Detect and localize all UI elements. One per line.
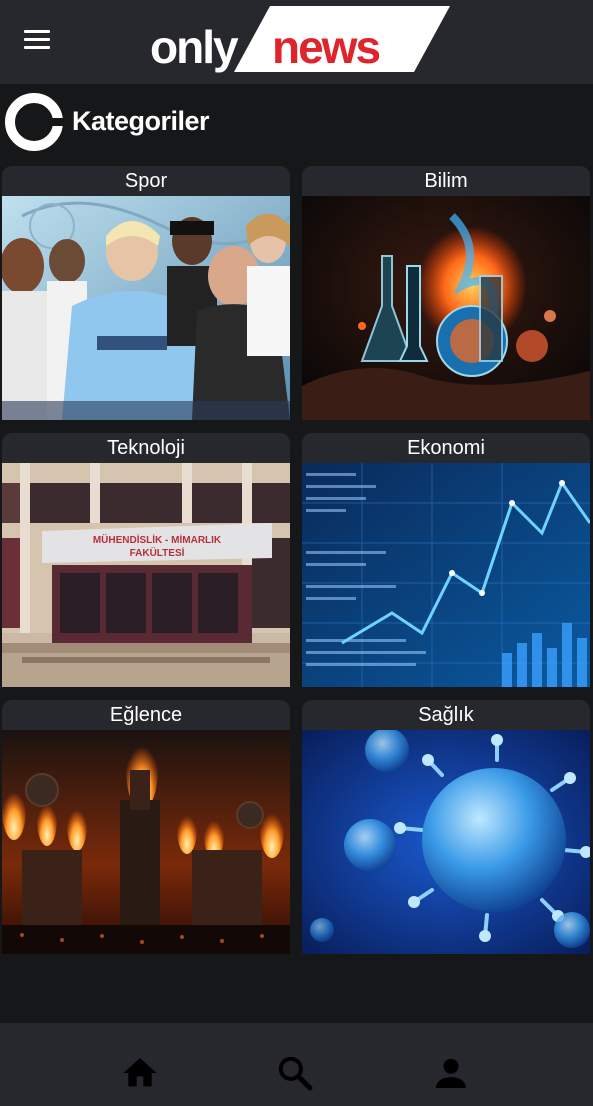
category-card-saglik[interactable]: Sağlık [302, 700, 590, 954]
stock-market-chart-photo [302, 463, 590, 687]
category-card-teknoloji[interactable]: Teknoloji MÜHENDİSLİK - MİMARLIK FAKÜLTE… [2, 433, 290, 687]
virus-illustration [302, 730, 590, 954]
home-icon[interactable] [120, 1053, 160, 1093]
building-sign-line1: MÜHENDİSLİK - MİMARLIK [93, 533, 222, 546]
category-card-bilim[interactable]: Bilim [302, 166, 590, 420]
bottom-navigation [0, 1023, 593, 1106]
category-card-spor[interactable]: Spor [2, 166, 290, 420]
categories-header: Kategoriler [2, 88, 402, 154]
category-label: Bilim [424, 170, 468, 192]
hamburger-menu-icon[interactable] [22, 27, 54, 53]
building-sign-line2: FAKÜLTESİ [130, 546, 185, 559]
category-card-ekonomi[interactable]: Ekonomi [302, 433, 590, 687]
search-icon[interactable] [275, 1053, 315, 1093]
app-logo[interactable]: only news [150, 6, 455, 73]
logo-text-only: only [150, 21, 239, 73]
science-flasks-illustration [302, 196, 590, 420]
profile-icon[interactable] [431, 1053, 471, 1093]
category-label: Teknoloji [107, 437, 185, 459]
concert-fire-stage-photo [2, 730, 290, 954]
category-label: Eğlence [109, 704, 183, 726]
category-label: Sağlık [418, 704, 474, 726]
category-card-eglence[interactable]: Eğlence [2, 700, 290, 954]
page-title: Kategoriler [72, 106, 210, 136]
engineering-faculty-building-photo: MÜHENDİSLİK - MİMARLIK FAKÜLTESİ [2, 463, 290, 687]
ring-icon [5, 93, 64, 151]
category-label: Ekonomi [407, 437, 485, 459]
category-label: Spor [124, 170, 168, 192]
sports-stars-photo [2, 196, 290, 420]
top-app-bar: only news [0, 0, 593, 84]
logo-text-news: news [272, 21, 381, 73]
